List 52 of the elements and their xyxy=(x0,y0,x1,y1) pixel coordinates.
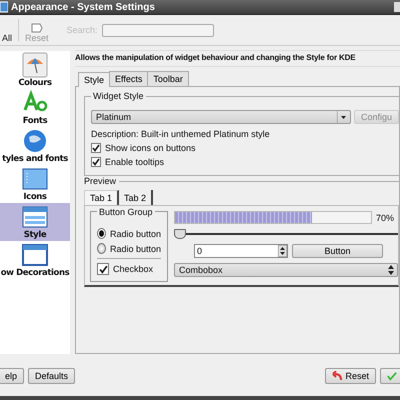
defaults-button[interactable]: Defaults xyxy=(28,368,76,384)
checkbox[interactable] xyxy=(97,263,109,275)
slider-handle[interactable] xyxy=(174,229,186,239)
push-button[interactable]: Button xyxy=(292,244,383,258)
window-title: Appearance - System Settings xyxy=(11,2,156,12)
reset-button[interactable]: Reset xyxy=(325,368,376,384)
sidebar-item[interactable]: Style xyxy=(0,203,70,241)
radio-label: Radio button xyxy=(110,228,161,238)
slider[interactable] xyxy=(174,229,398,239)
combobox[interactable]: Combobox xyxy=(174,263,398,277)
checkbox-label: Enable tooltips xyxy=(105,157,164,167)
group-title: Preview xyxy=(84,176,120,186)
page-heading: Allows the manipulation of widget behaviour and changing the Style for KDE xyxy=(75,50,400,67)
style-combobox[interactable]: Platinum xyxy=(91,110,351,124)
minimize-icon xyxy=(394,1,400,13)
up-down-arrow-icon xyxy=(388,265,394,275)
checkbox[interactable] xyxy=(91,143,101,153)
dropdown-arrow-icon xyxy=(336,111,347,123)
window-icon xyxy=(0,1,8,13)
window-icon xyxy=(22,204,48,230)
help-button[interactable]: elp xyxy=(0,368,24,384)
style-description: Description: Built-in unthemed Platinum style xyxy=(91,129,271,139)
radio-label: Radio button xyxy=(110,244,161,254)
clear-icon xyxy=(30,23,43,33)
sidebar-item[interactable]: tyles and fonts xyxy=(0,127,70,165)
radio-button[interactable] xyxy=(97,228,106,239)
progress-value: 70% xyxy=(376,212,396,222)
group-title: Widget Style xyxy=(91,91,146,101)
tab[interactable]: Toolbar xyxy=(147,71,189,86)
tab[interactable]: Tab 2 xyxy=(119,190,154,205)
undo-arrow-icon xyxy=(332,371,342,381)
sidebar-item[interactable]: ow Decorations xyxy=(0,241,70,279)
spin-box[interactable]: 0 xyxy=(194,244,288,258)
tab[interactable]: Style xyxy=(78,72,110,87)
window-icon xyxy=(22,166,48,192)
umbrella-icon xyxy=(22,52,48,78)
tab[interactable]: Tab 1 xyxy=(84,190,120,205)
sidebar-item[interactable]: Fonts xyxy=(0,89,70,127)
checkbox[interactable] xyxy=(91,157,101,167)
group-title: Button Group xyxy=(97,207,155,217)
checkbox-label: Show icons on buttons xyxy=(105,143,196,153)
tab[interactable]: Effects xyxy=(109,71,148,86)
radio-button[interactable] xyxy=(97,243,106,254)
all-button[interactable]: All xyxy=(0,17,14,43)
checkbox-label: Checkbox xyxy=(113,264,154,274)
spin-arrows-icon xyxy=(278,245,287,257)
window-icon xyxy=(22,242,48,268)
checkmark-icon xyxy=(387,371,397,381)
search-field[interactable] xyxy=(102,24,214,36)
globe-icon xyxy=(22,128,48,154)
sidebar-item[interactable]: Icons xyxy=(0,165,70,203)
sidebar-item[interactable]: Colours xyxy=(0,51,70,89)
